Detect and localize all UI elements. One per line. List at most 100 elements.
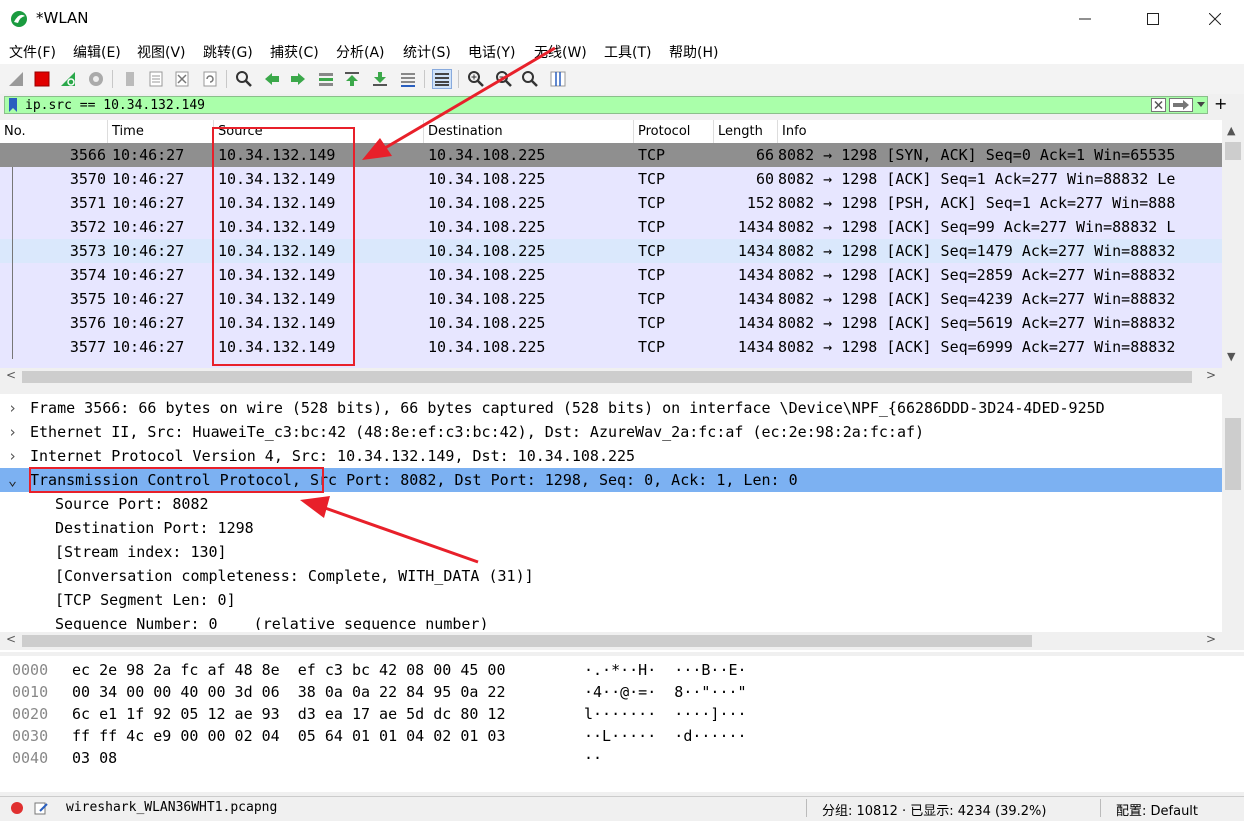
detail-frame[interactable]: › Frame 3566: 66 bytes on wire (528 bits…	[0, 396, 1222, 420]
go-to-packet-button[interactable]	[316, 69, 336, 89]
save-file-button[interactable]	[146, 69, 166, 89]
zoom-normal-button[interactable]	[520, 69, 540, 89]
maximize-button[interactable]	[1130, 0, 1176, 38]
bytes-hex[interactable]: 03 08	[72, 747, 117, 769]
col-header-length[interactable]: Length	[714, 120, 778, 143]
detail-ethernet[interactable]: › Ethernet II, Src: HuaweiTe_c3:bc:42 (4…	[0, 420, 1222, 444]
expand-chevron-icon[interactable]: ›	[8, 420, 17, 444]
bookmark-icon[interactable]	[8, 98, 18, 113]
cell-protocol: TCP	[638, 194, 666, 212]
cell-info: 8082 → 1298 [ACK] Seq=99 Ack=277 Win=888…	[778, 218, 1176, 236]
zoom-in-button[interactable]	[466, 69, 486, 89]
bytes-offset: 0020	[12, 705, 49, 723]
packet-row[interactable]: 3576 10:46:27 10.34.132.149 10.34.108.225 TC…	[0, 311, 1222, 335]
detail-src-port[interactable]: Source Port: 8082	[0, 492, 1222, 516]
collapse-chevron-icon[interactable]: ⌄	[8, 468, 17, 492]
close-file-button[interactable]	[172, 69, 192, 89]
detail-conversation[interactable]: [Conversation completeness: Complete, WI…	[0, 564, 1222, 588]
bytes-ascii[interactable]: ··	[584, 747, 602, 769]
expand-chevron-icon[interactable]: ›	[8, 444, 17, 468]
cell-length: 1434	[737, 338, 774, 356]
bytes-ascii[interactable]: l······· ····]···	[584, 703, 747, 725]
zoom-normal-icon	[522, 71, 538, 87]
detail-tcp[interactable]: ⌄ Transmission Control Protocol, Src Por…	[0, 468, 1222, 492]
col-header-info[interactable]: Info	[778, 120, 1222, 143]
menu-file[interactable]: 文件(F)	[9, 42, 56, 62]
display-filter-input[interactable]: ip.src == 10.34.132.149	[4, 96, 1208, 114]
last-packet-button[interactable]	[370, 69, 390, 89]
detail-segment-len[interactable]: [TCP Segment Len: 0]	[0, 588, 1222, 612]
menu-edit[interactable]: 编辑(E)	[73, 42, 121, 62]
stop-icon	[34, 71, 50, 87]
reload-file-button[interactable]	[200, 69, 220, 89]
menu-help[interactable]: 帮助(H)	[669, 42, 718, 62]
add-filter-button-icon[interactable]: +	[1214, 94, 1227, 113]
first-packet-button[interactable]	[342, 69, 362, 89]
minimize-button[interactable]	[1062, 0, 1108, 38]
menu-capture[interactable]: 捕获(C)	[270, 42, 319, 62]
start-capture-button[interactable]	[6, 69, 26, 89]
go-back-button[interactable]	[262, 69, 282, 89]
bytes-hex[interactable]: 00 34 00 00 40 00 3d 06 38 0a 0a 22 84 9…	[72, 681, 505, 703]
edit-comment-icon[interactable]	[34, 801, 48, 815]
expert-info-icon[interactable]	[10, 801, 24, 815]
packet-row[interactable]: 3570 10:46:27 10.34.132.149 10.34.108.225 TC…	[0, 167, 1222, 191]
bytes-ascii[interactable]: ··L····· ·d······	[584, 725, 747, 747]
autoscroll-button[interactable]	[398, 69, 418, 89]
capture-options-button[interactable]	[86, 69, 106, 89]
menu-statistics[interactable]: 统计(S)	[403, 42, 451, 62]
col-header-destination[interactable]: Destination	[424, 120, 634, 143]
details-hscroll[interactable]: < >	[0, 632, 1244, 650]
menu-go[interactable]: 跳转(G)	[203, 42, 253, 62]
detail-dst-port[interactable]: Destination Port: 1298	[0, 516, 1222, 540]
packet-list-vscroll[interactable]: ▲ ▼	[1222, 120, 1244, 368]
pane-splitter[interactable]	[0, 386, 1244, 394]
apply-filter-icon[interactable]	[1169, 98, 1193, 112]
resize-columns-button[interactable]	[548, 69, 568, 89]
menu-wireless[interactable]: 无线(W)	[534, 42, 587, 62]
open-file-button[interactable]	[120, 69, 140, 89]
cell-no: 3573	[69, 242, 106, 260]
packet-row[interactable]: 3566 10:46:27 10.34.132.149 10.34.108.225 TC…	[0, 143, 1222, 167]
restart-capture-button[interactable]	[58, 69, 78, 89]
menu-tools[interactable]: 工具(T)	[604, 42, 651, 62]
col-header-source[interactable]: Source	[214, 120, 424, 143]
details-vscroll[interactable]	[1222, 394, 1244, 634]
go-forward-button[interactable]	[288, 69, 308, 89]
stop-capture-button[interactable]	[32, 69, 52, 89]
menu-analyze[interactable]: 分析(A)	[336, 42, 385, 62]
filter-dropdown-icon[interactable]	[1197, 101, 1206, 109]
packet-row[interactable]: 3571 10:46:27 10.34.132.149 10.34.108.225 TC…	[0, 191, 1222, 215]
bytes-hex[interactable]: ec 2e 98 2a fc af 48 8e ef c3 bc 42 08 0…	[72, 659, 505, 681]
detail-ip[interactable]: › Internet Protocol Version 4, Src: 10.3…	[0, 444, 1222, 468]
bytes-ascii[interactable]: ·.·*··H· ···B··E·	[584, 659, 747, 681]
cell-length: 1434	[737, 266, 774, 284]
bytes-hex[interactable]: ff ff 4c e9 00 00 02 04 05 64 01 01 04 0…	[72, 725, 505, 747]
packet-row[interactable]: 3572 10:46:27 10.34.132.149 10.34.108.225 TC…	[0, 215, 1222, 239]
packet-row[interactable]: 3577 10:46:27 10.34.132.149 10.34.108.225 TC…	[0, 335, 1222, 359]
clear-filter-icon[interactable]	[1151, 98, 1166, 112]
packet-row[interactable]: 3575 10:46:27 10.34.132.149 10.34.108.225 TC…	[0, 287, 1222, 311]
expand-chevron-icon[interactable]: ›	[8, 396, 17, 420]
packet-row[interactable]: 3574 10:46:27 10.34.132.149 10.34.108.225 TC…	[0, 263, 1222, 287]
colorize-button[interactable]	[432, 69, 452, 89]
zoom-out-button[interactable]	[494, 69, 514, 89]
detail-seq-number[interactable]: Sequence Number: 0 (relative sequence nu…	[0, 612, 1222, 630]
close-button[interactable]	[1192, 0, 1238, 38]
menu-telephony[interactable]: 电话(Y)	[468, 42, 515, 62]
col-header-protocol[interactable]: Protocol	[634, 120, 714, 143]
cell-no: 3570	[69, 170, 106, 188]
cell-length: 66	[755, 146, 774, 164]
find-packet-button[interactable]	[234, 69, 254, 89]
packet-list-hscroll[interactable]: < >	[0, 368, 1244, 386]
cell-time: 10:46:27	[112, 194, 185, 212]
col-header-no[interactable]: No.	[0, 120, 108, 143]
col-header-time[interactable]: Time	[108, 120, 214, 143]
cell-info: 8082 → 1298 [PSH, ACK] Seq=1 Ack=277 Win…	[778, 194, 1176, 212]
bytes-hex[interactable]: 6c e1 1f 92 05 12 ae 93 d3 ea 17 ae 5d d…	[72, 703, 505, 725]
bytes-ascii[interactable]: ·4··@·=· 8··"···"	[584, 681, 747, 703]
status-profile[interactable]: 配置: Default	[1116, 800, 1198, 819]
detail-stream-index[interactable]: [Stream index: 130]	[0, 540, 1222, 564]
packet-row[interactable]: 3573 10:46:27 10.34.132.149 10.34.108.225 TC…	[0, 239, 1222, 263]
menu-view[interactable]: 视图(V)	[137, 42, 186, 62]
